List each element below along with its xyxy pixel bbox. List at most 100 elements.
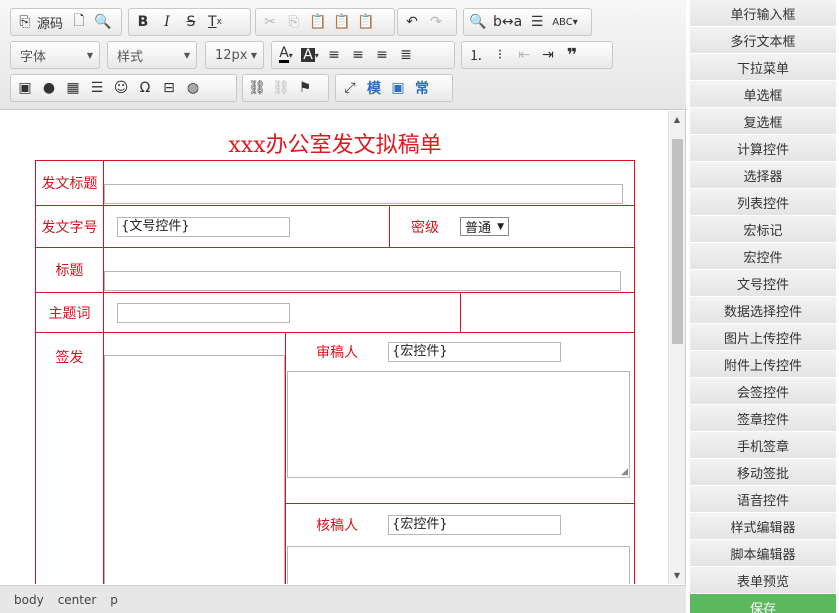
- keywords-extra-cell: [460, 292, 635, 333]
- sign-textarea[interactable]: [104, 355, 286, 584]
- control-macro-tag[interactable]: 宏标记: [690, 216, 836, 243]
- undo-icon[interactable]: ↶: [400, 10, 424, 34]
- control-script-editor[interactable]: 脚本编辑器: [690, 540, 836, 567]
- anchor-flag-icon[interactable]: ⚑: [293, 76, 317, 100]
- control-calculation[interactable]: 计算控件: [690, 135, 836, 162]
- resize-handle-icon[interactable]: ◢: [621, 467, 628, 477]
- image-upload-icon[interactable]: ▣: [386, 76, 410, 100]
- control-single-line-input[interactable]: 单行输入框: [690, 0, 836, 27]
- control-checkbox[interactable]: 复选框: [690, 108, 836, 135]
- align-left-icon[interactable]: ≡: [322, 43, 346, 67]
- common-button[interactable]: 常: [410, 76, 434, 100]
- secret-cell: 密级 普通 ▼: [389, 205, 635, 248]
- table-icon[interactable]: ▦: [61, 76, 85, 100]
- source-button[interactable]: 源码: [37, 10, 67, 34]
- control-image-upload[interactable]: 图片上传控件: [690, 324, 836, 351]
- decrease-indent-icon[interactable]: ⇤: [512, 43, 536, 67]
- title-input[interactable]: [104, 184, 624, 204]
- redo-icon[interactable]: ↷: [424, 10, 448, 34]
- new-document-icon[interactable]: 🗋: [67, 10, 91, 34]
- copy-icon[interactable]: ⎘: [282, 10, 306, 34]
- save-button[interactable]: 保存: [690, 594, 836, 613]
- subject-label: 标题: [55, 263, 84, 279]
- align-right-icon[interactable]: ≡: [370, 43, 394, 67]
- increase-indent-icon[interactable]: ⇥: [536, 43, 560, 67]
- paste-icon[interactable]: 📋: [306, 10, 330, 34]
- docno-input[interactable]: {文号控件}: [117, 216, 291, 237]
- toolbar-group-colors-align: A ▾ A ▾ ≡ ≡ ≡ ≣: [271, 41, 455, 69]
- control-seal[interactable]: 签章控件: [690, 405, 836, 432]
- secret-select[interactable]: 普通 ▼: [460, 217, 509, 236]
- control-form-preview[interactable]: 表单预览: [690, 567, 836, 594]
- font-family-combo[interactable]: 字体 ▼: [10, 41, 100, 69]
- select-all-icon[interactable]: ☰: [525, 10, 549, 34]
- control-mobile-seal[interactable]: 手机签章: [690, 432, 836, 459]
- secret-select-value: 普通: [465, 221, 492, 236]
- preview-icon[interactable]: 🔍: [91, 10, 115, 34]
- template-button[interactable]: 模: [362, 76, 386, 100]
- path-item-body[interactable]: body: [14, 593, 44, 607]
- maximize-icon[interactable]: ⤢: [338, 76, 362, 100]
- control-list[interactable]: 列表控件: [690, 189, 836, 216]
- control-attachment-upload[interactable]: 附件上传控件: [690, 351, 836, 378]
- reviewer-label: 审稿人: [316, 345, 359, 361]
- special-char-icon[interactable]: Ω: [133, 76, 157, 100]
- reviewer-textarea[interactable]: ◢: [287, 371, 631, 478]
- keywords-input[interactable]: [117, 302, 291, 323]
- flash-icon[interactable]: ●: [37, 76, 61, 100]
- control-data-select[interactable]: 数据选择控件: [690, 297, 836, 324]
- paste-word-icon[interactable]: 📋: [354, 10, 378, 34]
- form-title: xxx办公室发文拟稿单: [228, 133, 442, 158]
- source-icon[interactable]: ⎘: [13, 10, 37, 34]
- reviewer-input[interactable]: {宏控件}: [388, 342, 562, 362]
- control-doc-number[interactable]: 文号控件: [690, 270, 836, 297]
- control-selector[interactable]: 选择器: [690, 162, 836, 189]
- keywords-value-cell: [103, 292, 462, 333]
- scroll-down-icon[interactable]: ▼: [669, 567, 685, 584]
- numbered-list-icon[interactable]: ⒈: [464, 43, 488, 67]
- checker-input[interactable]: {宏控件}: [388, 515, 562, 536]
- remove-format-icon[interactable]: Tx: [203, 10, 227, 34]
- unlink-icon[interactable]: ⛓: [269, 76, 293, 100]
- text-color-icon[interactable]: A ▾: [274, 43, 298, 67]
- spellcheck-icon[interactable]: ABC▾: [549, 10, 581, 34]
- subject-input[interactable]: [104, 271, 622, 291]
- image-icon[interactable]: ▣: [13, 76, 37, 100]
- bold-icon[interactable]: B: [131, 10, 155, 34]
- toolbar-group-tools: ⤢ 模 ▣ 常: [335, 74, 453, 102]
- page-break-icon[interactable]: ⊟: [157, 76, 181, 100]
- checker-cell: 核稿人 {宏控件}: [285, 503, 635, 584]
- bulleted-list-icon[interactable]: ⁝: [488, 43, 512, 67]
- iframe-icon[interactable]: ◍: [181, 76, 205, 100]
- checker-textarea[interactable]: [287, 546, 631, 584]
- font-size-combo[interactable]: 12px ▼: [205, 41, 264, 69]
- strikethrough-icon[interactable]: S: [179, 10, 203, 34]
- control-radio[interactable]: 单选框: [690, 81, 836, 108]
- editor-scrollbar[interactable]: ▲ ▼: [668, 111, 685, 584]
- italic-icon[interactable]: I: [155, 10, 179, 34]
- smiley-icon[interactable]: ☺: [109, 76, 133, 100]
- control-mobile-annotate[interactable]: 移动签批: [690, 459, 836, 486]
- editor-content[interactable]: xxx办公室发文拟稿单 发文标题 发文字号 {文号控件} 密级 普通 ▼ 标题 …: [0, 111, 668, 584]
- horizontal-line-icon[interactable]: ☰: [85, 76, 109, 100]
- scroll-up-icon[interactable]: ▲: [669, 111, 685, 128]
- control-macro[interactable]: 宏控件: [690, 243, 836, 270]
- link-icon[interactable]: ⛓: [245, 76, 269, 100]
- paste-text-icon[interactable]: 📋: [330, 10, 354, 34]
- control-countersign[interactable]: 会签控件: [690, 378, 836, 405]
- path-item-center[interactable]: center: [58, 593, 97, 607]
- scrollbar-thumb[interactable]: [672, 139, 683, 344]
- cut-icon[interactable]: ✂: [258, 10, 282, 34]
- path-item-p[interactable]: p: [110, 593, 118, 607]
- replace-icon[interactable]: b↔a: [490, 10, 525, 34]
- control-style-editor[interactable]: 样式编辑器: [690, 513, 836, 540]
- align-center-icon[interactable]: ≡: [346, 43, 370, 67]
- find-icon[interactable]: 🔍: [466, 10, 490, 34]
- control-multiline-text[interactable]: 多行文本框: [690, 27, 836, 54]
- control-dropdown[interactable]: 下拉菜单: [690, 54, 836, 81]
- style-combo[interactable]: 样式 ▼: [107, 41, 197, 69]
- align-justify-icon[interactable]: ≣: [394, 43, 418, 67]
- control-voice[interactable]: 语音控件: [690, 486, 836, 513]
- background-color-icon[interactable]: A ▾: [298, 43, 322, 67]
- blockquote-icon[interactable]: ❞: [560, 43, 584, 67]
